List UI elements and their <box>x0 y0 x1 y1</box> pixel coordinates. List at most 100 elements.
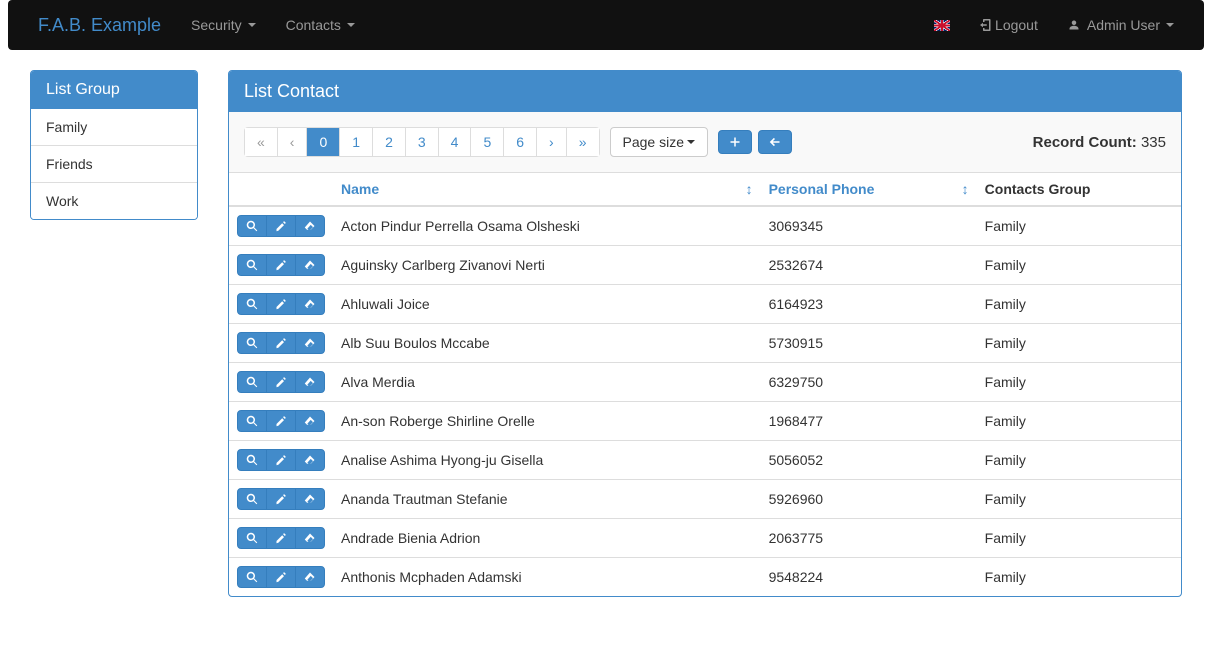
cell-name: Anthonis Mcphaden Adamski <box>333 558 761 597</box>
eraser-icon <box>304 337 316 349</box>
page-1[interactable]: 1 <box>340 128 372 156</box>
main-title: List Contact <box>229 71 1181 112</box>
edit-icon <box>275 298 287 310</box>
page-size-button[interactable]: Page size <box>610 127 708 157</box>
add-button[interactable] <box>718 130 752 154</box>
cell-name: Andrade Bienia Adrion <box>333 519 761 558</box>
eraser-icon <box>304 376 316 388</box>
page-3[interactable]: 3 <box>406 128 438 156</box>
show-button[interactable] <box>237 293 267 315</box>
page-last[interactable]: » <box>567 128 599 156</box>
user-menu[interactable]: Admin User <box>1053 2 1189 48</box>
navbar-left: F.A.B. Example Security Contacts <box>23 0 370 51</box>
eraser-icon <box>304 259 316 271</box>
cell-group: Family <box>977 285 1181 324</box>
sidebar-item-work[interactable]: Work <box>31 182 197 219</box>
edit-icon <box>275 454 287 466</box>
sidebar-title: List Group <box>31 71 197 109</box>
col-group: Contacts Group <box>977 173 1181 206</box>
nav-security-label: Security <box>191 17 242 33</box>
brand-link[interactable]: F.A.B. Example <box>23 0 176 51</box>
edit-button[interactable] <box>266 215 296 237</box>
page-2[interactable]: 2 <box>373 128 405 156</box>
col-phone[interactable]: Personal Phone ↕ <box>761 173 977 206</box>
table-row: Ananda Trautman Stefanie5926960Family <box>229 480 1181 519</box>
edit-button[interactable] <box>266 449 296 471</box>
edit-button[interactable] <box>266 566 296 588</box>
cell-phone: 6164923 <box>761 285 977 324</box>
table-row: Analise Ashima Hyong-ju Gisella5056052Fa… <box>229 441 1181 480</box>
delete-button[interactable] <box>295 488 325 510</box>
page-5[interactable]: 5 <box>471 128 503 156</box>
show-button[interactable] <box>237 566 267 588</box>
nav-security[interactable]: Security <box>176 2 271 48</box>
search-icon <box>246 220 258 232</box>
toolbar-left: «‹0123456›» Page size <box>244 127 792 157</box>
delete-button[interactable] <box>295 254 325 276</box>
logout-label: Logout <box>995 17 1038 33</box>
cell-name: Ahluwali Joice <box>333 285 761 324</box>
page-container: List Group FamilyFriendsWork List Contac… <box>0 50 1212 617</box>
user-label: Admin User <box>1087 17 1160 33</box>
sidebar-item-family[interactable]: Family <box>31 109 197 145</box>
show-button[interactable] <box>237 332 267 354</box>
flag-uk-icon[interactable] <box>934 20 950 31</box>
show-button[interactable] <box>237 215 267 237</box>
edit-icon <box>275 415 287 427</box>
edit-button[interactable] <box>266 371 296 393</box>
eraser-icon <box>304 415 316 427</box>
main-panel: List Contact «‹0123456›» Page size <box>228 70 1182 597</box>
row-actions <box>237 293 325 315</box>
col-phone-label: Personal Phone <box>769 181 875 197</box>
cell-name: Alb Suu Boulos Mccabe <box>333 324 761 363</box>
search-icon <box>246 298 258 310</box>
delete-button[interactable] <box>295 332 325 354</box>
delete-button[interactable] <box>295 410 325 432</box>
table-row: Acton Pindur Perrella Osama Olsheski3069… <box>229 206 1181 246</box>
eraser-icon <box>304 571 316 583</box>
delete-button[interactable] <box>295 215 325 237</box>
delete-button[interactable] <box>295 293 325 315</box>
delete-button[interactable] <box>295 527 325 549</box>
plus-icon <box>729 136 741 148</box>
edit-button[interactable] <box>266 293 296 315</box>
edit-button[interactable] <box>266 527 296 549</box>
delete-button[interactable] <box>295 566 325 588</box>
logout-link[interactable]: Logout <box>965 2 1053 48</box>
back-button[interactable] <box>758 130 792 154</box>
record-count-value: 335 <box>1141 134 1166 151</box>
eraser-icon <box>304 298 316 310</box>
show-button[interactable] <box>237 410 267 432</box>
cell-phone: 9548224 <box>761 558 977 597</box>
sidebar-item-friends[interactable]: Friends <box>31 145 197 182</box>
col-name[interactable]: Name ↕ <box>333 173 761 206</box>
page-6[interactable]: 6 <box>504 128 536 156</box>
show-button[interactable] <box>237 449 267 471</box>
search-icon <box>246 493 258 505</box>
main: List Contact «‹0123456›» Page size <box>228 70 1182 597</box>
nav-contacts[interactable]: Contacts <box>271 2 370 48</box>
edit-button[interactable] <box>266 488 296 510</box>
cell-group: Family <box>977 519 1181 558</box>
edit-button[interactable] <box>266 254 296 276</box>
navbar: F.A.B. Example Security Contacts Logout … <box>8 0 1204 50</box>
edit-button[interactable] <box>266 332 296 354</box>
show-button[interactable] <box>237 488 267 510</box>
search-icon <box>246 376 258 388</box>
delete-button[interactable] <box>295 449 325 471</box>
page-next[interactable]: › <box>537 128 566 156</box>
page-0[interactable]: 0 <box>307 128 339 156</box>
cell-phone: 6329750 <box>761 363 977 402</box>
edit-button[interactable] <box>266 410 296 432</box>
edit-icon <box>275 259 287 271</box>
page-4[interactable]: 4 <box>439 128 471 156</box>
delete-button[interactable] <box>295 371 325 393</box>
show-button[interactable] <box>237 371 267 393</box>
show-button[interactable] <box>237 254 267 276</box>
user-icon <box>1068 19 1080 31</box>
sidebar-panel: List Group FamilyFriendsWork <box>30 70 198 220</box>
cell-name: Acton Pindur Perrella Osama Olsheski <box>333 206 761 246</box>
show-button[interactable] <box>237 527 267 549</box>
caret-down-icon <box>1166 23 1174 27</box>
row-actions <box>237 449 325 471</box>
